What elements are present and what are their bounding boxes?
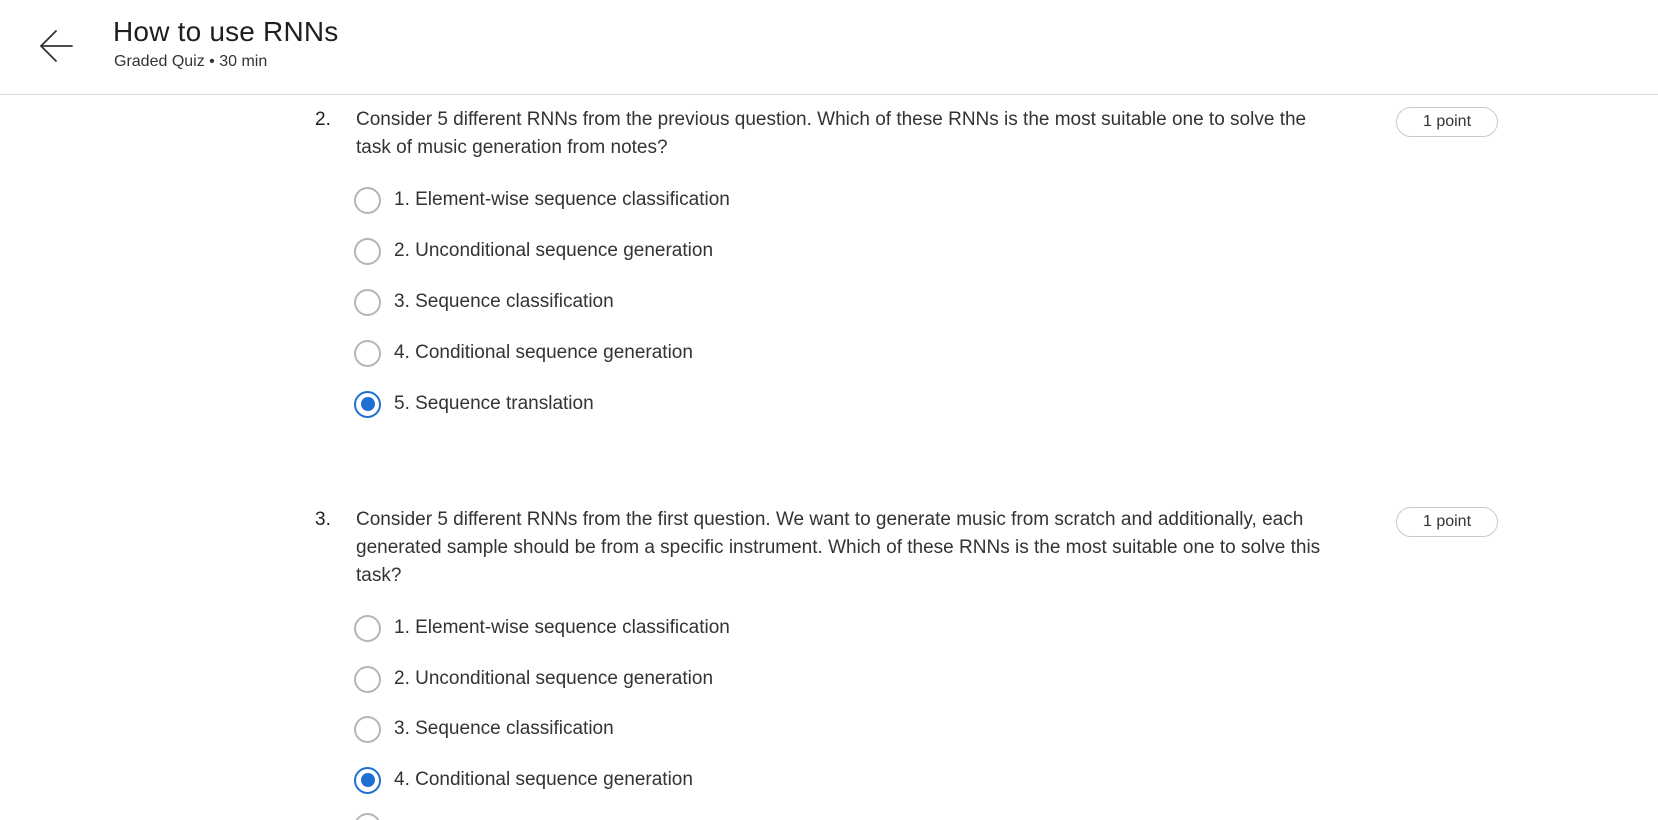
answer-option[interactable]: 2. Unconditional sequence generation [354, 236, 713, 266]
radio-button[interactable] [354, 339, 381, 367]
radio-button[interactable] [354, 390, 381, 418]
answer-option[interactable]: 3. Sequence classification [354, 287, 614, 317]
answer-option-label: 1. Element-wise sequence classification [394, 617, 730, 638]
answer-option[interactable]: 2. Unconditional sequence generation [354, 664, 713, 694]
radio-button[interactable] [354, 766, 381, 794]
question-number: 2. [315, 109, 331, 130]
answer-option[interactable]: 4. Conditional sequence generation [354, 765, 693, 795]
quiz-content: 2. Consider 5 different RNNs from the pr… [0, 96, 1658, 820]
answer-option-label: 5. Sequence translation [394, 393, 594, 414]
radio-button[interactable] [354, 186, 381, 214]
radio-button-partial[interactable] [354, 812, 381, 820]
answer-option-label: 2. Unconditional sequence generation [394, 668, 714, 689]
answer-option-label: 4. Conditional sequence generation [394, 769, 693, 790]
page-title: How to use RNNs [113, 16, 339, 47]
question-text: Consider 5 different RNNs from the first… [356, 509, 1321, 586]
answer-option[interactable]: 1. Element-wise sequence classification [354, 613, 730, 643]
question-text: Consider 5 different RNNs from the previ… [356, 109, 1307, 158]
question-number: 3. [315, 509, 331, 530]
answer-option-label: 2. Unconditional sequence generation [394, 240, 714, 261]
radio-button[interactable] [354, 237, 381, 265]
points-badge: 1 point [1396, 107, 1498, 137]
radio-button[interactable] [354, 614, 381, 642]
points-badge: 1 point [1396, 507, 1498, 537]
answer-option[interactable]: 1. Element-wise sequence classification [354, 185, 730, 215]
page-subtitle: Graded Quiz • 30 min [114, 53, 268, 70]
answer-option[interactable]: 3. Sequence classification [354, 714, 614, 744]
answer-option-label: 3. Sequence classification [394, 718, 614, 739]
answer-option-label: 3. Sequence classification [394, 291, 614, 312]
answer-option[interactable] [354, 811, 394, 820]
arrow-left-icon [40, 30, 73, 62]
back-button[interactable] [36, 26, 76, 66]
radio-button[interactable] [354, 665, 381, 693]
answer-option-label: 4. Conditional sequence generation [394, 342, 693, 363]
answer-option[interactable]: 5. Sequence translation [354, 389, 594, 419]
answer-option[interactable]: 4. Conditional sequence generation [354, 338, 693, 368]
answer-option-label: 1. Element-wise sequence classification [394, 189, 730, 210]
radio-button[interactable] [354, 715, 381, 743]
quiz-header: How to use RNNs Graded Quiz • 30 min [0, 0, 1658, 95]
radio-button[interactable] [354, 288, 381, 316]
